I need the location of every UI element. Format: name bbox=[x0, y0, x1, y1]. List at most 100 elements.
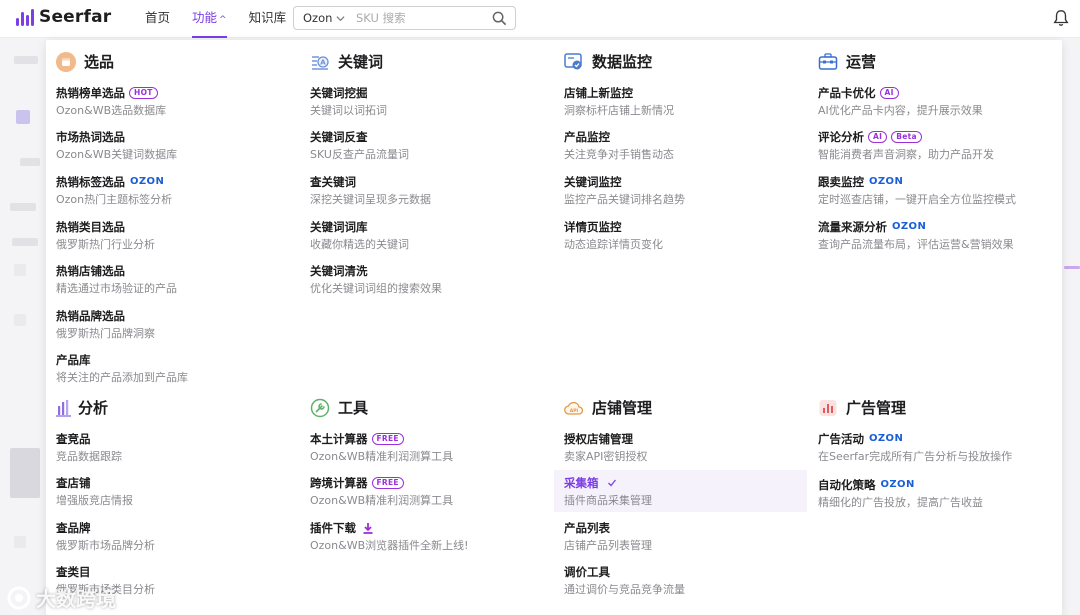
wrench-icon bbox=[310, 398, 330, 417]
menu-item-hot-list[interactable]: 热销榜单选品 HOT Ozon&WB选品数据库 bbox=[56, 85, 296, 118]
ad-chart-icon bbox=[819, 399, 837, 416]
menu-item-keyword-mining[interactable]: 关键词挖掘 关键词以词拓词 bbox=[310, 85, 550, 118]
item-desc: 店铺产品列表管理 bbox=[564, 539, 652, 552]
item-title: 详情页监控 bbox=[564, 219, 622, 234]
menu-item-pricing-tool[interactable]: 调价工具 通过调价与竞品竞争流量 bbox=[564, 564, 804, 597]
menu-item-ad-campaigns[interactable]: 广告活动 OZON 在Seerfar完成所有广告分析与投放操作 bbox=[818, 431, 1058, 464]
item-title: 查关键词 bbox=[310, 174, 356, 189]
item-title: 查品牌 bbox=[56, 520, 91, 535]
menu-item-keyword-library[interactable]: 关键词词库 收藏你精选的关键词 bbox=[310, 219, 550, 252]
features-mega-menu: 选品 热销榜单选品 HOT Ozon&WB选品数据库 市场热词选品 Ozon&WB… bbox=[46, 40, 1062, 615]
menu-item-hot-brands[interactable]: 热销品牌选品 俄罗斯热门品牌洞察 bbox=[56, 308, 296, 341]
svg-text:A: A bbox=[320, 58, 326, 66]
menu-item-keyword-lookup[interactable]: 查关键词 深挖关键词呈现多元数据 bbox=[310, 174, 550, 207]
item-title: 热销标签选品 bbox=[56, 174, 125, 189]
item-title: 授权店铺管理 bbox=[564, 431, 633, 446]
sku-search-input[interactable] bbox=[356, 11, 476, 25]
section-title-label: 选品 bbox=[84, 53, 115, 71]
menu-item-brand-lookup[interactable]: 查品牌 俄罗斯市场品牌分析 bbox=[56, 520, 296, 553]
ozon-logo: OZON bbox=[869, 176, 904, 187]
watermark-text: 大数跨境 bbox=[36, 587, 116, 611]
menu-item-follow-sell-monitor[interactable]: 跟卖监控 OZON 定时巡查店铺，一键开启全方位监控模式 bbox=[818, 174, 1058, 207]
section-title-label: 店铺管理 bbox=[592, 399, 653, 417]
section-title-label: 关键词 bbox=[338, 53, 384, 71]
menu-item-traffic-source[interactable]: 流量来源分析 OZON 查询产品流量布局，评估运营&营销效果 bbox=[818, 219, 1058, 252]
nav-features-label: 功能 bbox=[192, 10, 218, 25]
item-title: 关键词词库 bbox=[310, 219, 368, 234]
item-desc: 卖家API密钥授权 bbox=[564, 450, 648, 463]
menu-item-hot-tags[interactable]: 热销标签选品 OZON Ozon热门主题标签分析 bbox=[56, 174, 296, 207]
item-title: 本土计算器 bbox=[310, 431, 368, 446]
item-desc: Ozon&WB精准利润测算工具 bbox=[310, 450, 454, 463]
menu-item-detail-page-monitor[interactable]: 详情页监控 动态追踪详情页变化 bbox=[564, 219, 804, 252]
logo-mark-icon bbox=[16, 8, 34, 26]
menu-item-collection-box[interactable]: 采集箱 插件商品采集管理 bbox=[554, 470, 807, 512]
item-title: 广告活动 bbox=[818, 431, 864, 446]
menu-item-keyword-monitor[interactable]: 关键词监控 监控产品关键词排名趋势 bbox=[564, 174, 804, 207]
section-title-label: 工具 bbox=[338, 399, 369, 417]
item-title: 关键词反查 bbox=[310, 129, 368, 144]
menu-item-hot-stores[interactable]: 热销店铺选品 精选通过市场验证的产品 bbox=[56, 263, 296, 296]
item-desc: 俄罗斯热门品牌洞察 bbox=[56, 327, 155, 340]
main-nav: 首页 功能 ^ 知识库 bbox=[145, 0, 308, 38]
menu-item-keyword-cleaning[interactable]: 关键词清洗 优化关键词词组的搜索效果 bbox=[310, 263, 550, 296]
search-icon[interactable] bbox=[492, 11, 507, 26]
menu-item-plugin-download[interactable]: 插件下载 Ozon&WB浏览器插件全新上线! bbox=[310, 520, 550, 553]
item-title: 热销品牌选品 bbox=[56, 308, 125, 323]
menu-item-competitor[interactable]: 查竞品 竞品数据跟踪 bbox=[56, 431, 296, 464]
nav-home[interactable]: 首页 bbox=[145, 0, 170, 38]
item-desc: 通过调价与竞品竞争流量 bbox=[564, 583, 685, 596]
menu-item-review-analysis[interactable]: 评论分析 AI Beta 智能消费者声音洞察，助力产品开发 bbox=[818, 129, 1058, 162]
item-desc: 插件商品采集管理 bbox=[564, 494, 652, 507]
logo[interactable]: Seerfar bbox=[16, 7, 111, 27]
section-title-label: 数据监控 bbox=[592, 53, 653, 71]
item-title: 店铺上新监控 bbox=[564, 85, 633, 100]
cloud-api-icon: API bbox=[564, 401, 584, 415]
nav-features[interactable]: 功能 ^ bbox=[192, 0, 227, 38]
item-title: 热销类目选品 bbox=[56, 219, 125, 234]
ozon-logo: OZON bbox=[130, 176, 165, 187]
item-desc: 在Seerfar完成所有广告分析与投放操作 bbox=[818, 450, 1013, 463]
menu-item-store-new-monitor[interactable]: 店铺上新监控 洞察标杆店铺上新情况 bbox=[564, 85, 804, 118]
beta-badge: Beta bbox=[891, 130, 922, 143]
item-title: 产品卡优化 bbox=[818, 85, 876, 100]
item-desc: 关键词以词拓词 bbox=[310, 104, 387, 117]
item-title: 自动化策略 bbox=[818, 477, 876, 492]
item-title: 关键词监控 bbox=[564, 174, 622, 189]
menu-item-hot-categories[interactable]: 热销类目选品 俄罗斯热门行业分析 bbox=[56, 219, 296, 252]
menu-item-keyword-reverse[interactable]: 关键词反查 SKU反查产品流量词 bbox=[310, 129, 550, 162]
free-badge: FREE bbox=[371, 476, 404, 489]
section-title-label: 广告管理 bbox=[846, 399, 907, 417]
menu-item-product-list[interactable]: 产品列表 店铺产品列表管理 bbox=[564, 520, 804, 553]
menu-item-local-calculator[interactable]: 本土计算器 FREE Ozon&WB精准利润测算工具 bbox=[310, 431, 550, 464]
menu-item-authorized-stores[interactable]: 授权店铺管理 卖家API密钥授权 bbox=[564, 431, 804, 464]
item-title: 市场热词选品 bbox=[56, 129, 125, 144]
item-title: 调价工具 bbox=[564, 564, 610, 579]
chevron-down-icon bbox=[336, 15, 345, 21]
platform-select-value: Ozon bbox=[303, 11, 333, 25]
platform-select[interactable]: Ozon bbox=[294, 11, 356, 25]
menu-item-product-library[interactable]: 产品库 将关注的产品添加到产品库 bbox=[56, 352, 296, 385]
check-icon bbox=[607, 479, 616, 486]
menu-item-auto-strategy[interactable]: 自动化策略 OZON 精细化的广告投放，提高广告收益 bbox=[818, 477, 1058, 510]
item-desc: 精选通过市场验证的产品 bbox=[56, 282, 177, 295]
menu-item-market-keywords[interactable]: 市场热词选品 Ozon&WB关键词数据库 bbox=[56, 129, 296, 162]
item-desc: 深挖关键词呈现多元数据 bbox=[310, 193, 431, 206]
bell-icon[interactable] bbox=[1052, 9, 1070, 27]
menu-item-crossborder-calculator[interactable]: 跨境计算器 FREE Ozon&WB精准利润测算工具 bbox=[310, 475, 550, 508]
item-title: 跟卖监控 bbox=[818, 174, 864, 189]
menu-item-store-lookup[interactable]: 查店铺 增强版竞店情报 bbox=[56, 475, 296, 508]
item-desc: 定时巡查店铺，一键开启全方位监控模式 bbox=[818, 193, 1016, 206]
section-title-ad-management: 广告管理 bbox=[818, 397, 906, 418]
item-desc: 竞品数据跟踪 bbox=[56, 450, 122, 463]
item-desc: 增强版竞店情报 bbox=[56, 494, 133, 507]
menu-item-product-card-optimize[interactable]: 产品卡优化 AI AI优化产品卡内容，提升展示效果 bbox=[818, 85, 1058, 118]
nav-knowledge-base[interactable]: 知识库 bbox=[249, 0, 287, 38]
menu-item-product-monitor[interactable]: 产品监控 关注竞争对手销售动态 bbox=[564, 129, 804, 162]
item-desc: 将关注的产品添加到产品库 bbox=[56, 371, 188, 384]
item-title: 评论分析 bbox=[818, 129, 864, 144]
logo-text: Seerfar bbox=[39, 7, 112, 27]
item-desc: 关注竞争对手销售动态 bbox=[564, 148, 674, 161]
item-desc: 优化关键词词组的搜索效果 bbox=[310, 282, 442, 295]
chevron-up-icon: ^ bbox=[219, 15, 227, 25]
